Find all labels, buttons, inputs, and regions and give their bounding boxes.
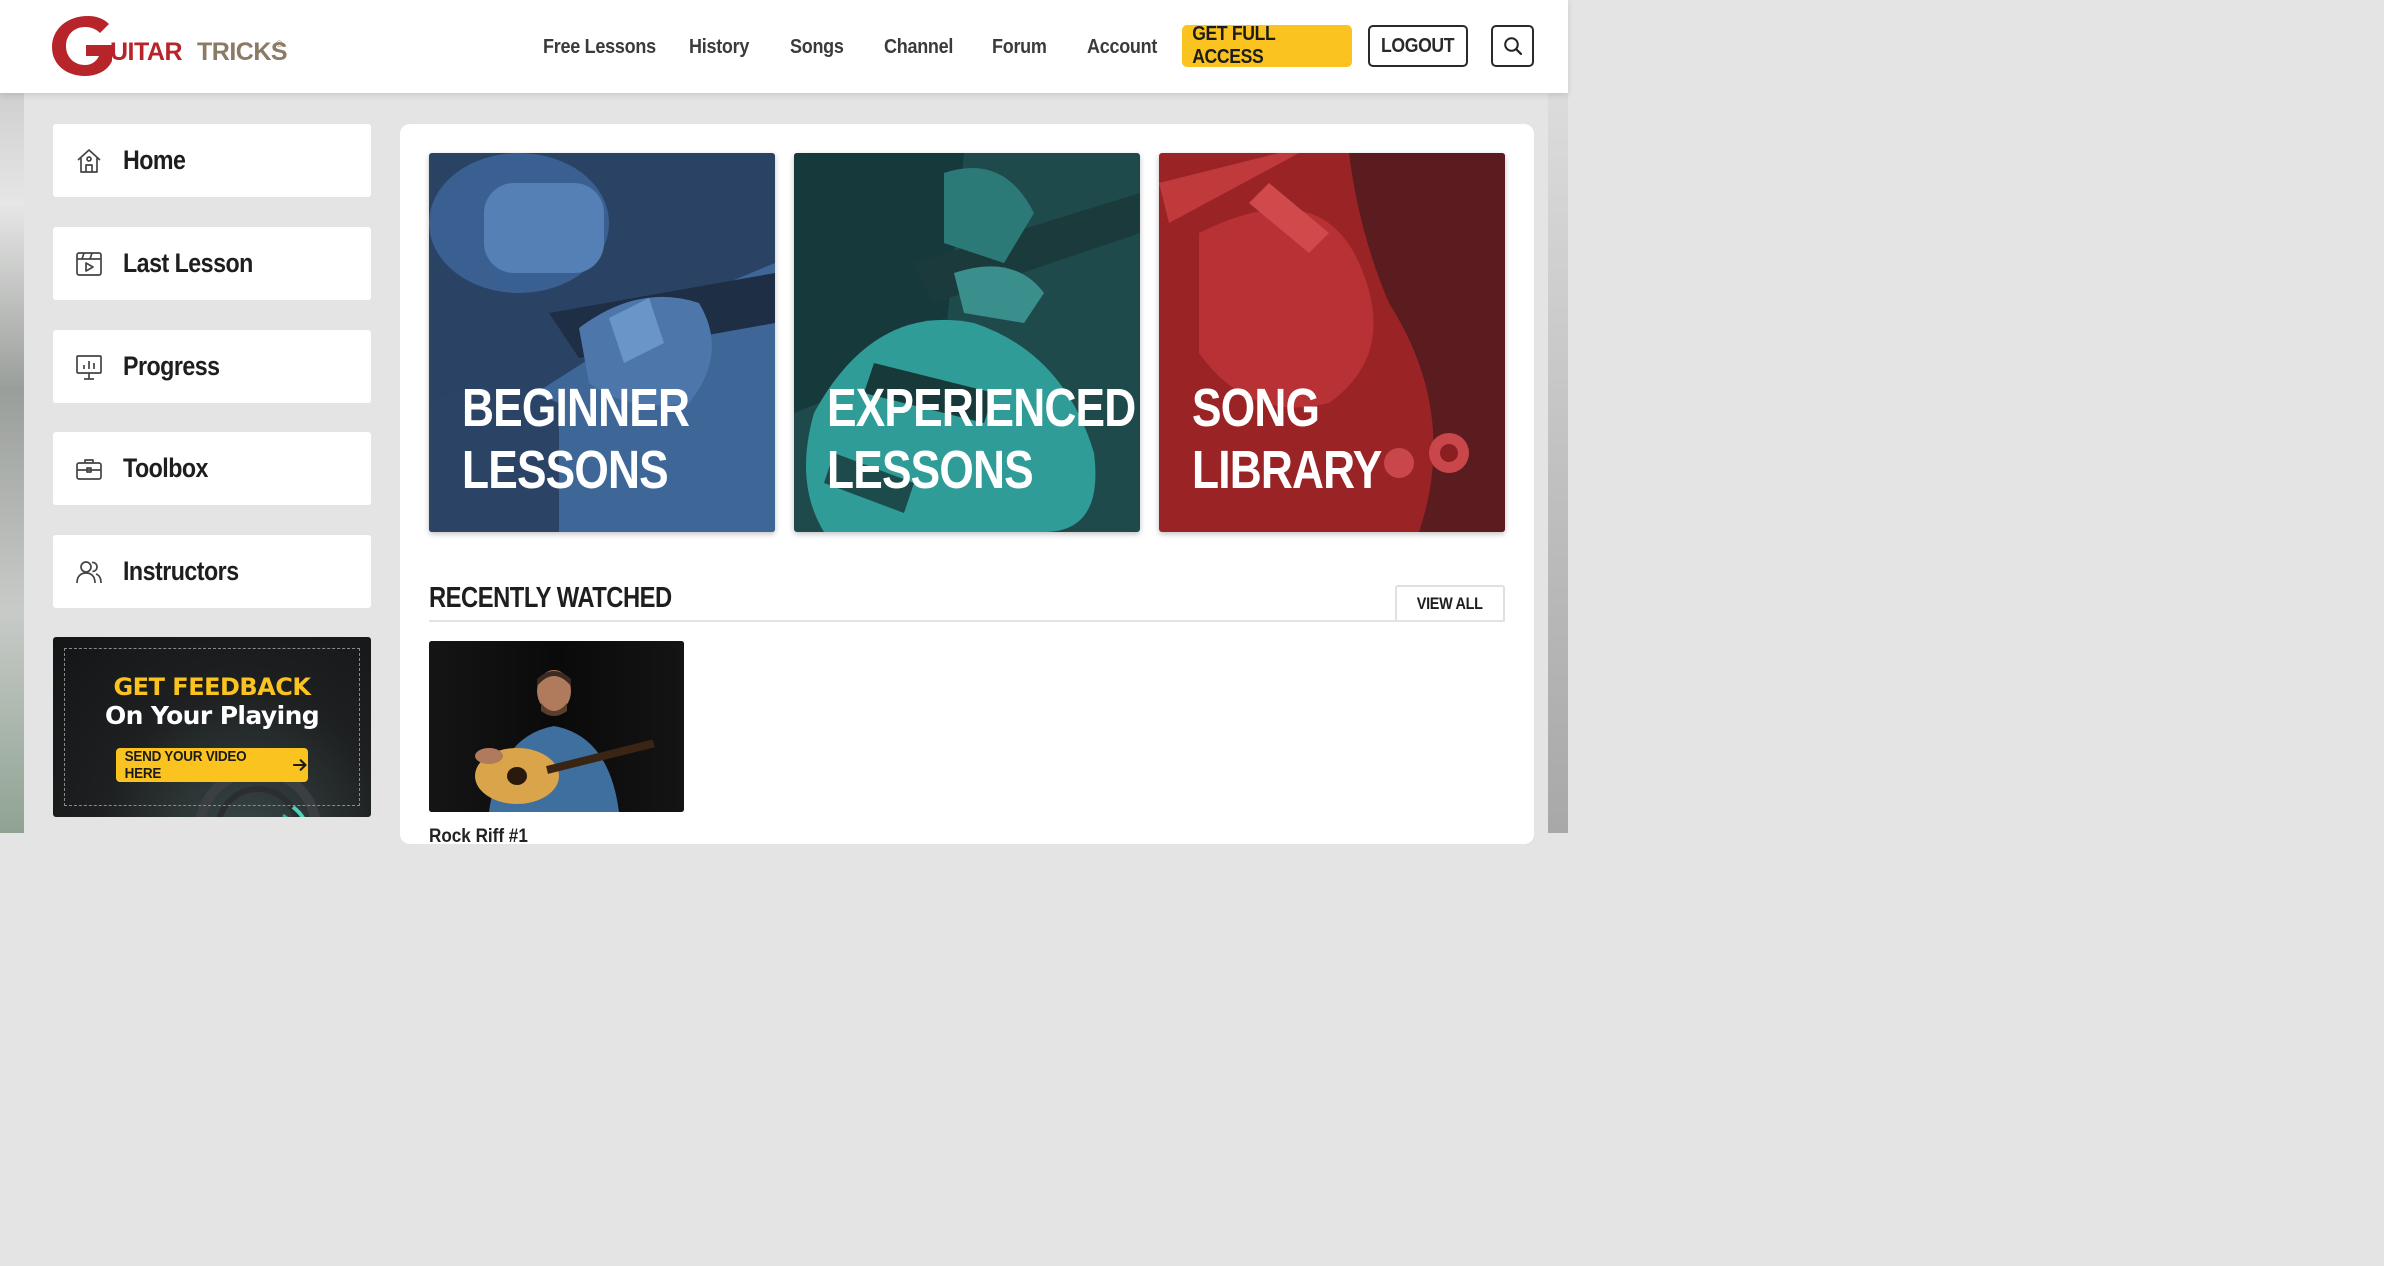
nav-free-lessons[interactable]: Free Lessons xyxy=(543,30,656,64)
sidebar-item-label: Instructors xyxy=(123,556,239,586)
card-title: BEGINNER LESSONS xyxy=(462,378,690,500)
sidebar-item-instructors[interactable]: Instructors xyxy=(53,535,371,608)
search-icon xyxy=(1503,37,1522,56)
view-all-button[interactable]: VIEW ALL xyxy=(1395,585,1505,622)
sidebar-item-toolbox[interactable]: Toolbox xyxy=(53,432,371,505)
svg-text:TRICKS: TRICKS xyxy=(197,38,287,66)
sidebar-item-label: Last Lesson xyxy=(123,248,253,278)
instructors-icon xyxy=(74,557,104,587)
sidebar-item-home[interactable]: Home xyxy=(53,124,371,197)
sidebar-item-label: Toolbox xyxy=(123,453,208,483)
nav-history[interactable]: History xyxy=(689,30,749,64)
song-library-card[interactable]: SONG LIBRARY xyxy=(1159,153,1505,532)
sidebar-item-label: Home xyxy=(123,145,186,175)
card-title: SONG LIBRARY xyxy=(1192,378,1382,500)
feedback-promo-banner[interactable]: GET FEEDBACK On Your Playing SEND YOUR V… xyxy=(53,637,371,817)
background-edge-right xyxy=(1548,93,1568,833)
arrow-right-icon xyxy=(292,759,307,771)
top-header: UITAR TRICKS ® Free Lessons History Song… xyxy=(0,0,1568,93)
get-full-access-button[interactable]: GET FULL ACCESS xyxy=(1182,23,1352,68)
card-title: EXPERIENCED LESSONS xyxy=(827,378,1136,500)
section-divider xyxy=(429,620,1505,622)
nav-channel[interactable]: Channel xyxy=(884,30,953,64)
view-all-label: VIEW ALL xyxy=(1417,593,1483,613)
lesson-thumbnail[interactable] xyxy=(429,641,684,812)
sidebar-item-progress[interactable]: Progress xyxy=(53,330,371,403)
nav-songs[interactable]: Songs xyxy=(790,30,844,64)
promo-subtitle: On Your Playing xyxy=(104,701,320,730)
home-icon xyxy=(74,146,104,176)
recently-watched-heading: RECENTLY WATCHED xyxy=(429,582,672,614)
toolbox-icon xyxy=(74,454,104,484)
progress-chart-icon xyxy=(74,352,104,382)
get-full-access-label: GET FULL ACCESS xyxy=(1192,23,1276,68)
nav-account[interactable]: Account xyxy=(1087,30,1157,64)
nav-forum[interactable]: Forum xyxy=(992,30,1047,64)
recent-lesson-title[interactable]: Rock Riff #1 xyxy=(429,826,528,848)
experienced-lessons-card[interactable]: EXPERIENCED LESSONS xyxy=(794,153,1140,532)
background-edge-left xyxy=(0,93,24,833)
send-video-button[interactable]: SEND YOUR VIDEO HERE xyxy=(116,748,308,782)
beginner-lessons-card[interactable]: BEGINNER LESSONS xyxy=(429,153,775,532)
logout-label: LOGOUT xyxy=(1381,34,1455,57)
guitartricks-logo[interactable]: UITAR TRICKS ® xyxy=(52,14,292,78)
search-button[interactable] xyxy=(1491,25,1534,67)
svg-text:®: ® xyxy=(276,39,283,49)
promo-title: GET FEEDBACK xyxy=(113,673,311,701)
svg-text:UITAR: UITAR xyxy=(110,38,182,66)
send-video-label: SEND YOUR VIDEO HERE xyxy=(124,748,247,782)
instructor-video-frame xyxy=(429,641,684,812)
sidebar-item-label: Progress xyxy=(123,351,220,381)
video-play-icon xyxy=(74,249,104,279)
sidebar-item-last-lesson[interactable]: Last Lesson xyxy=(53,227,371,300)
logout-button[interactable]: LOGOUT xyxy=(1368,25,1468,67)
